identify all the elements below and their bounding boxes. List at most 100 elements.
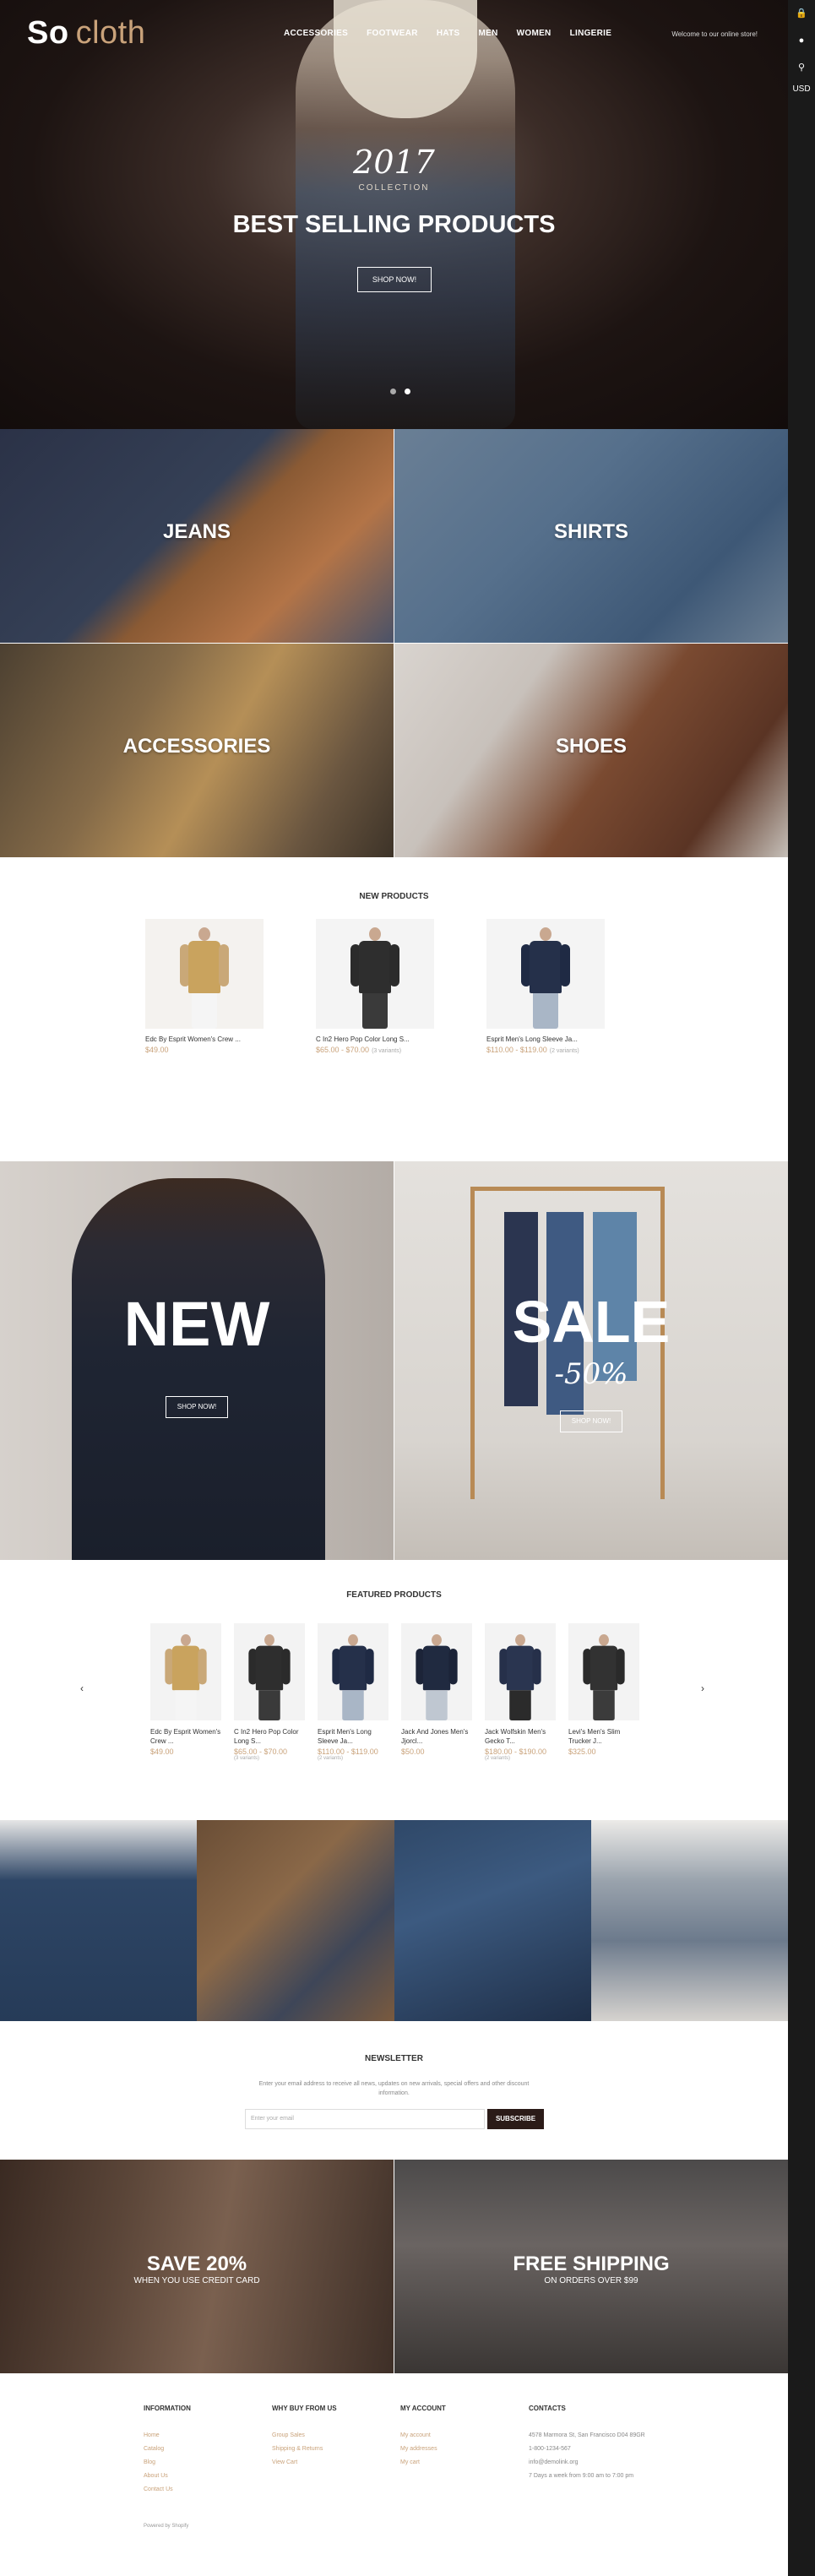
promo-sale-shop-button[interactable]: SHOP NOW! <box>560 1410 622 1432</box>
product-name[interactable]: Edc By Esprit Women's Crew ... <box>145 1035 264 1043</box>
footer-link-contact[interactable]: Contact Us <box>144 2483 270 2497</box>
promo-new-shop-button[interactable]: SHOP NOW! <box>166 1396 228 1418</box>
footer-link-view-cart[interactable]: View Cart <box>272 2456 399 2470</box>
product-card[interactable]: Edc By Esprit Women's Crew ... $49.00 <box>145 919 264 1054</box>
product-price: $325.00 <box>568 1747 596 1756</box>
product-image[interactable] <box>401 1623 472 1720</box>
promo-sale-discount: -50% <box>554 1357 628 1391</box>
product-image[interactable] <box>150 1623 221 1720</box>
promo-shipping-title: FREE SHIPPING <box>513 2253 670 2275</box>
variant-count: (2 variants) <box>485 1756 511 1761</box>
footer-column-contacts: CONTACTS 4578 Marmora St, San Francisco … <box>529 2405 681 2483</box>
category-label: ACCESSORIES <box>122 735 271 758</box>
product-price: $110.00 - $119.00 <box>318 1747 378 1756</box>
featured-product-card[interactable]: Esprit Men's Long Sleeve Ja... $110.00 -… <box>318 1623 388 1761</box>
promo-new-banner[interactable]: NEW SHOP NOW! <box>0 1161 394 1560</box>
currency-selector[interactable]: USD <box>788 84 815 94</box>
promo-save-title: SAVE 20% <box>146 2253 247 2275</box>
nav-item-men[interactable]: MEN <box>479 29 498 38</box>
product-name[interactable]: Jack Wolfskin Men's Gecko T... <box>485 1727 556 1746</box>
hero-collection: COLLECTION <box>358 183 430 193</box>
category-tile-jeans[interactable]: JEANS <box>0 429 394 643</box>
variant-count: (3 variants) <box>372 1048 402 1054</box>
category-tile-shirts[interactable]: SHIRTS <box>394 429 788 643</box>
nav-item-accessories[interactable]: ACCESSORIES <box>284 29 348 38</box>
promo-new-title: NEW <box>123 1289 270 1359</box>
promo-shipping-banner[interactable]: FREE SHIPPING ON ORDERS OVER $99 <box>394 2160 788 2373</box>
product-image[interactable] <box>568 1623 639 1720</box>
footer-link-shipping[interactable]: Shipping & Returns <box>272 2443 399 2456</box>
product-price: $110.00 - $119.00 (2 variants) <box>486 1046 605 1054</box>
gallery-image-belt[interactable] <box>394 1820 591 2021</box>
product-image[interactable] <box>486 919 605 1029</box>
slider-dot[interactable] <box>390 389 396 394</box>
product-image[interactable] <box>318 1623 388 1720</box>
product-card[interactable]: Esprit Men's Long Sleeve Ja... $110.00 -… <box>486 919 605 1054</box>
site-logo[interactable]: So cloth <box>27 15 145 52</box>
featured-product-card[interactable]: Jack And Jones Men's Jjorcl... $50.00 <box>401 1623 472 1756</box>
footer-link-blog[interactable]: Blog <box>144 2456 270 2470</box>
product-name[interactable]: Edc By Esprit Women's Crew ... <box>150 1727 221 1746</box>
product-name[interactable]: Jack And Jones Men's Jjorcl... <box>401 1727 472 1746</box>
footer-link-group-sales[interactable]: Group Sales <box>272 2429 399 2443</box>
footer-link-home[interactable]: Home <box>144 2429 270 2443</box>
featured-product-card[interactable]: C In2 Hero Pop Color Long S... $65.00 - … <box>234 1623 305 1761</box>
footer-phone: 1-800-1234-567 <box>529 2446 571 2452</box>
newsletter-email-input[interactable]: Enter your email <box>245 2109 485 2129</box>
promo-banners: NEW SHOP NOW! SALE -50% SHOP NOW! <box>0 1161 788 1560</box>
category-tile-accessories[interactable]: ACCESSORIES <box>0 644 394 857</box>
product-name[interactable]: C In2 Hero Pop Color Long S... <box>234 1727 305 1746</box>
product-price: $180.00 - $190.00 <box>485 1747 547 1756</box>
logo-word-1: So <box>27 15 69 51</box>
footer-link-catalog[interactable]: Catalog <box>144 2443 270 2456</box>
category-grid: JEANS SHIRTS ACCESSORIES SHOES <box>0 429 788 858</box>
gallery-image-worn-jeans[interactable] <box>590 1820 788 2021</box>
chevron-left-icon[interactable]: ‹ <box>80 1682 84 1694</box>
subscribe-button[interactable]: SUBSCRIBE <box>487 2109 544 2129</box>
footer-column-why: WHY BUY FROM US Group Sales Shipping & R… <box>272 2405 399 2470</box>
featured-product-card[interactable]: Edc By Esprit Women's Crew ... $49.00 <box>150 1623 221 1756</box>
nav-item-hats[interactable]: HATS <box>437 29 460 38</box>
nav-item-women[interactable]: WOMEN <box>517 29 551 38</box>
slider-dots <box>390 389 410 394</box>
product-price: $49.00 <box>150 1747 174 1756</box>
gallery-image-flatlay[interactable] <box>197 1820 394 2021</box>
product-image[interactable] <box>485 1623 556 1720</box>
product-image[interactable] <box>316 919 434 1029</box>
category-tile-shoes[interactable]: SHOES <box>394 644 788 857</box>
promo-sale-banner[interactable]: SALE -50% SHOP NOW! <box>394 1161 788 1560</box>
newsletter-title: NEWSLETTER <box>365 2054 423 2063</box>
nav-item-lingerie[interactable]: LINGERIE <box>570 29 612 38</box>
promo-model-image <box>72 1178 325 1560</box>
footer-link-my-cart[interactable]: My cart <box>400 2456 527 2470</box>
chevron-right-icon[interactable]: › <box>701 1682 704 1694</box>
promo-save-banner[interactable]: SAVE 20% WHEN YOU USE CREDIT CARD <box>0 2160 394 2373</box>
hero-year: 2017 <box>353 144 435 181</box>
category-label: SHOES <box>555 735 628 758</box>
footer-hours: 7 Days a week from 9:00 am to 7:00 pm <box>529 2473 634 2479</box>
variant-count: (2 variants) <box>549 1048 579 1054</box>
product-name[interactable]: Esprit Men's Long Sleeve Ja... <box>486 1035 605 1043</box>
new-products-title: NEW PRODUCTS <box>359 892 429 901</box>
product-name[interactable]: Esprit Men's Long Sleeve Ja... <box>318 1727 388 1746</box>
account-icon[interactable]: ● <box>788 27 815 54</box>
product-name[interactable]: Levi's Men's Slim Trucker J... <box>568 1727 639 1746</box>
footer-link-my-account[interactable]: My account <box>400 2429 527 2443</box>
search-icon[interactable]: ⚲ <box>788 54 815 81</box>
product-image[interactable] <box>234 1623 305 1720</box>
footer-heading: INFORMATION <box>144 2405 191 2412</box>
featured-product-card[interactable]: Jack Wolfskin Men's Gecko T... $180.00 -… <box>485 1623 556 1761</box>
gallery-image-jeans[interactable] <box>0 1820 198 2021</box>
slider-dot-active[interactable] <box>405 389 410 394</box>
product-image[interactable] <box>145 919 264 1029</box>
footer-email[interactable]: info@demolink.org <box>529 2456 681 2470</box>
cart-icon[interactable]: 🔒 <box>788 0 815 27</box>
product-name[interactable]: C In2 Hero Pop Color Long S... <box>316 1035 434 1043</box>
product-card[interactable]: C In2 Hero Pop Color Long S... $65.00 - … <box>316 919 434 1054</box>
footer-link-my-addresses[interactable]: My addresses <box>400 2443 527 2456</box>
nav-item-footwear[interactable]: FOOTWEAR <box>367 29 418 38</box>
hero-title: BEST SELLING PRODUCTS <box>232 211 556 238</box>
hero-shop-now-button[interactable]: SHOP NOW! <box>357 267 432 292</box>
footer-link-about[interactable]: About Us <box>144 2470 270 2483</box>
featured-product-card[interactable]: Levi's Men's Slim Trucker J... $325.00 <box>568 1623 639 1756</box>
